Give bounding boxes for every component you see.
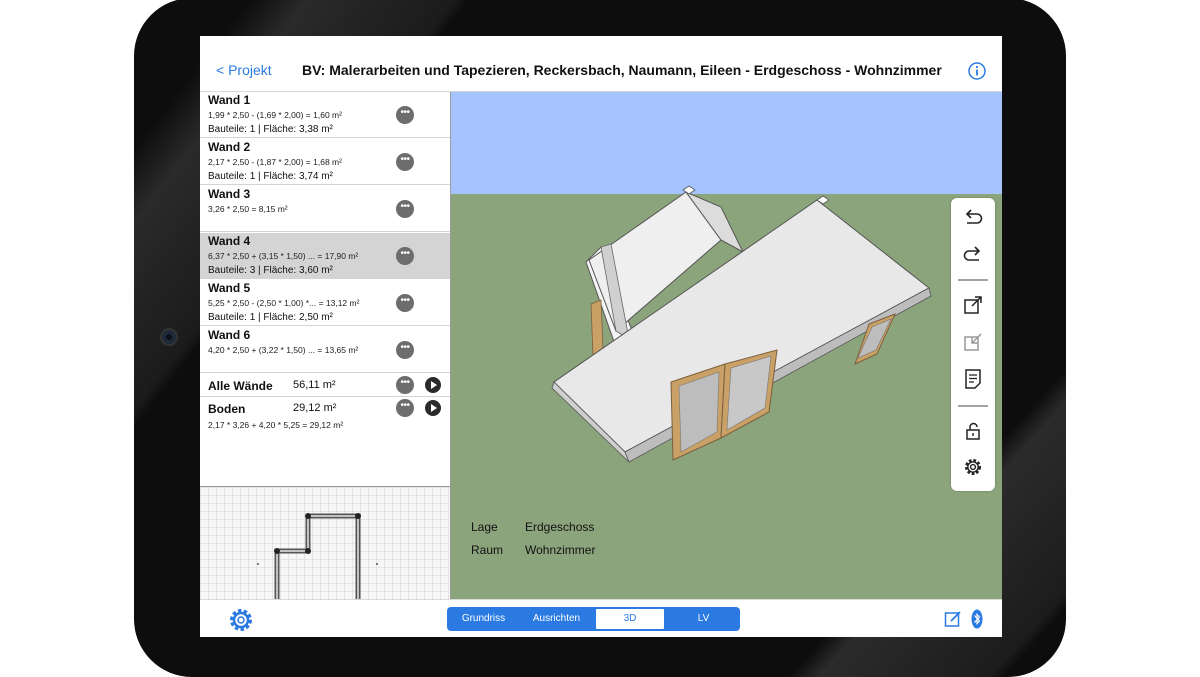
document-icon[interactable]	[962, 368, 984, 390]
wall-row-3[interactable]: Wand 3 3,26 * 2,50 = 8,15 m² •••	[200, 186, 450, 232]
wall-list-panel: Wand 1 1,99 * 2,50 - (1,69 * 2,00) = 1,6…	[200, 92, 451, 637]
more-button[interactable]: •••	[396, 106, 414, 124]
wall-detail: Bauteile: 3 | Fläche: 3,60 m²	[208, 265, 333, 276]
more-button[interactable]: •••	[396, 247, 414, 265]
settings-icon[interactable]	[962, 456, 984, 478]
undo-icon[interactable]	[962, 206, 984, 228]
all-walls-label: Alle Wände	[208, 379, 273, 393]
all-walls-row[interactable]: Alle Wände 56,11 m² •••	[200, 374, 450, 397]
edit-icon[interactable]	[944, 610, 962, 628]
wall-detail: Bauteile: 1 | Fläche: 2,50 m²	[208, 312, 333, 323]
location-raum-label: Raum	[471, 543, 504, 557]
tool-separator	[958, 279, 988, 281]
front-camera	[160, 328, 178, 346]
tool-panel	[951, 198, 995, 491]
more-button[interactable]: •••	[396, 200, 414, 218]
back-button[interactable]: < Projekt	[216, 62, 272, 78]
more-button[interactable]: •••	[396, 153, 414, 171]
play-icon[interactable]	[425, 400, 441, 416]
wall-row-2[interactable]: Wand 2 2,17 * 2,50 - (1,87 * 2,00) = 1,6…	[200, 139, 450, 185]
segment-grundriss[interactable]: Grundriss	[447, 607, 520, 631]
wall-formula: 6,37 * 2,50 + (3,15 * 1,50) ... = 17,90 …	[208, 251, 359, 261]
page-title: BV: Malerarbeiten und Tapezieren, Recker…	[302, 62, 942, 78]
wall-detail: Bauteile: 1 | Fläche: 3,38 m²	[208, 124, 333, 135]
wall-formula: 3,26 * 2,50 = 8,15 m²	[208, 204, 288, 214]
3d-viewport[interactable]: Lage Erdgeschoss Raum Wohnzimmer	[451, 92, 1002, 599]
floor-value: 29,12 m²	[293, 402, 337, 414]
wall-row-6[interactable]: Wand 6 4,20 * 2,50 + (3,22 * 1,50) ... =…	[200, 327, 450, 373]
wall-name: Wand 1	[208, 93, 251, 107]
app-screen: < Projekt BV: Malerarbeiten und Tapezier…	[200, 36, 1002, 637]
wall-row-4[interactable]: Wand 4 6,37 * 2,50 + (3,15 * 1,50) ... =…	[200, 233, 450, 279]
info-icon[interactable]	[968, 62, 986, 80]
wall-row-1[interactable]: Wand 1 1,99 * 2,50 - (1,69 * 2,00) = 1,6…	[200, 92, 450, 138]
location-raum-value: Wohnzimmer	[525, 543, 596, 557]
wall-formula: 1,99 * 2,50 - (1,69 * 2,00) = 1,60 m²	[208, 110, 342, 120]
segment-ausrichten[interactable]: Ausrichten	[520, 607, 593, 631]
navigation-bar: < Projekt BV: Malerarbeiten und Tapezier…	[200, 36, 1002, 92]
wall-detail: Bauteile: 1 | Fläche: 3,74 m²	[208, 171, 333, 182]
play-icon[interactable]	[425, 377, 441, 393]
wall-name: Wand 5	[208, 281, 251, 295]
redo-icon[interactable]	[962, 243, 984, 265]
floor-row[interactable]: Boden 29,12 m² •••	[200, 397, 450, 420]
view-mode-segmented-control: Grundriss Ausrichten 3D LV	[447, 607, 740, 631]
more-button[interactable]: •••	[396, 376, 414, 394]
location-lage-label: Lage	[471, 520, 498, 534]
wall-name: Wand 4	[208, 234, 251, 248]
all-walls-value: 56,11 m²	[293, 379, 336, 391]
tool-separator	[958, 405, 988, 407]
more-button[interactable]: •••	[396, 341, 414, 359]
import-icon[interactable]	[962, 331, 984, 353]
bluetooth-icon[interactable]	[971, 609, 983, 629]
wall-formula: 4,20 * 2,50 + (3,22 * 1,50) ... = 13,65 …	[208, 345, 359, 355]
wall-row-5[interactable]: Wand 5 5,25 * 2,50 - (2,50 * 1,00) *... …	[200, 280, 450, 326]
more-button[interactable]: •••	[396, 294, 414, 312]
more-button[interactable]: •••	[396, 399, 414, 417]
bottom-toolbar: Grundriss Ausrichten 3D LV	[200, 599, 1002, 637]
segment-3d[interactable]: 3D	[594, 607, 666, 631]
gear-icon[interactable]	[228, 607, 254, 633]
export-icon[interactable]	[962, 294, 984, 316]
wall-formula: 5,25 * 2,50 - (2,50 * 1,00) *... = 13,12…	[208, 298, 360, 308]
floor-formula: 2,17 * 3,26 + 4,20 * 5,25 = 29,12 m²	[208, 420, 344, 430]
location-lage-value: Erdgeschoss	[525, 520, 595, 534]
wall-name: Wand 6	[208, 328, 251, 342]
wall-name: Wand 2	[208, 140, 251, 154]
segment-lv[interactable]: LV	[667, 607, 740, 631]
lock-icon[interactable]	[962, 420, 984, 442]
wall-formula: 2,17 * 2,50 - (1,87 * 2,00) = 1,68 m²	[208, 157, 342, 167]
floor-label: Boden	[208, 402, 246, 416]
wall-name: Wand 3	[208, 187, 251, 201]
